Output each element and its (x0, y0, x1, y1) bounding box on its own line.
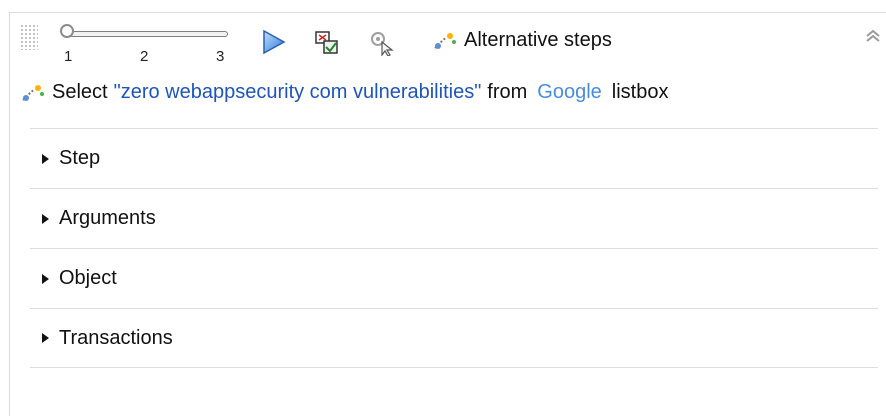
expand-arrow-icon[interactable] (42, 213, 49, 224)
step-from: from (487, 81, 528, 103)
alternative-steps-button[interactable]: Alternative steps (432, 29, 612, 52)
section-label: Step (59, 147, 101, 169)
alternative-steps-icon (434, 32, 456, 49)
section-step[interactable]: Step (30, 128, 878, 188)
drag-handle-icon[interactable] (20, 24, 38, 50)
object-type: listbox (611, 81, 669, 103)
step-slider[interactable]: 1 2 3 (58, 18, 238, 66)
section-label: Arguments (59, 207, 156, 229)
slider-tick: 1 (64, 48, 73, 65)
checkpoint-icon[interactable] (312, 28, 342, 58)
pointer-icon[interactable] (366, 27, 396, 57)
expand-arrow-icon[interactable] (42, 153, 49, 164)
section-object[interactable]: Object (30, 248, 878, 308)
step-type-icon (22, 84, 44, 101)
step-value: "zero webappsecurity com vulnerabilities… (113, 81, 482, 103)
slider-track[interactable] (68, 31, 228, 37)
slider-thumb[interactable] (60, 24, 74, 38)
object-link[interactable]: Google (537, 81, 602, 104)
details-sections: Step Arguments Object Transactions (30, 128, 878, 368)
alternative-steps-label: Alternative steps (464, 29, 612, 51)
section-arguments[interactable]: Arguments (30, 188, 878, 248)
expand-arrow-icon[interactable] (42, 273, 49, 284)
step-action: Select (52, 81, 108, 103)
section-label: Transactions (59, 326, 173, 349)
play-icon[interactable] (258, 27, 288, 57)
slider-tick: 3 (216, 48, 225, 65)
collapse-chevron-icon[interactable] (864, 28, 882, 47)
slider-tick: 2 (140, 48, 149, 65)
section-label: Object (59, 267, 117, 289)
section-transactions[interactable]: Transactions (30, 308, 878, 368)
expand-arrow-icon[interactable] (42, 333, 49, 343)
step-description: Select "zero webappsecurity com vulnerab… (20, 81, 669, 104)
